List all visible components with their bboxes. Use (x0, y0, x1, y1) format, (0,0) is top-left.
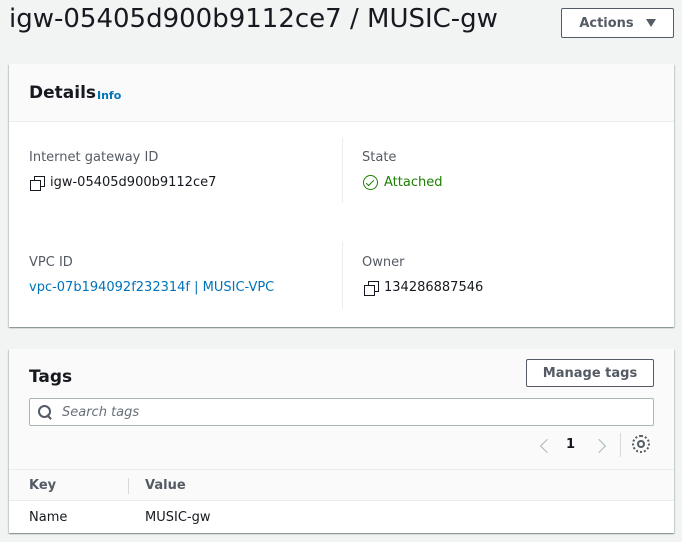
actions-button[interactable]: Actions (561, 8, 674, 38)
state-value: Attached (363, 175, 442, 190)
owner-label: Owner (362, 255, 405, 270)
owner-value: 134286887546 (364, 280, 484, 296)
search-input[interactable] (62, 399, 642, 425)
table-row: Name MUSIC-gw (9, 501, 674, 533)
pagination-divider (620, 433, 621, 457)
vpc-id-label: VPC ID (29, 255, 73, 270)
column-divider (342, 242, 343, 309)
tag-value-cell: MUSIC-gw (145, 510, 211, 525)
column-header-value[interactable]: Value (145, 478, 186, 493)
column-divider (342, 138, 343, 203)
copy-icon[interactable] (364, 280, 379, 296)
info-link[interactable]: Info (97, 89, 121, 102)
search-icon (38, 405, 53, 420)
state-label: State (362, 150, 397, 165)
owner-text: 134286887546 (384, 280, 484, 295)
vpc-id-value: vpc-07b194092f232314f | MUSIC-VPC (29, 280, 274, 295)
details-header: Details Info (9, 64, 674, 122)
pagination-current-page[interactable]: 1 (566, 437, 575, 452)
gear-icon[interactable] (632, 435, 650, 453)
actions-button-label: Actions (579, 15, 634, 31)
page-title: igw-05405d900b9112ce7 / MUSIC-gw (9, 4, 498, 34)
column-header-key[interactable]: Key (29, 478, 56, 493)
check-circle-icon (363, 175, 378, 190)
page-header: igw-05405d900b9112ce7 / MUSIC-gw Actions (0, 0, 682, 48)
chevron-left-icon[interactable] (537, 438, 553, 454)
caret-down-icon (645, 19, 656, 27)
igw-id-label: Internet gateway ID (29, 150, 159, 165)
search-box (29, 398, 654, 426)
igw-id-text: igw-05405d900b9112ce7 (50, 175, 217, 190)
details-panel: Details Info Internet gateway ID igw-054… (9, 64, 674, 327)
column-resizer[interactable] (128, 478, 129, 494)
tags-title: Tags (29, 367, 73, 387)
tags-panel: Tags Manage tags 1 Key Value Name MUSIC-… (9, 349, 674, 533)
igw-id-value: igw-05405d900b9112ce7 (30, 175, 217, 191)
details-title: Details (29, 83, 97, 103)
vpc-id-link[interactable]: vpc-07b194092f232314f | MUSIC-VPC (29, 280, 274, 295)
tags-table-header: Key Value (9, 469, 674, 501)
tag-key-cell: Name (29, 510, 68, 525)
manage-tags-button[interactable]: Manage tags (526, 359, 654, 387)
tags-header: Tags Manage tags 1 (9, 349, 674, 469)
chevron-right-icon[interactable] (593, 438, 609, 454)
copy-icon[interactable] (30, 175, 45, 191)
state-text: Attached (384, 175, 443, 190)
